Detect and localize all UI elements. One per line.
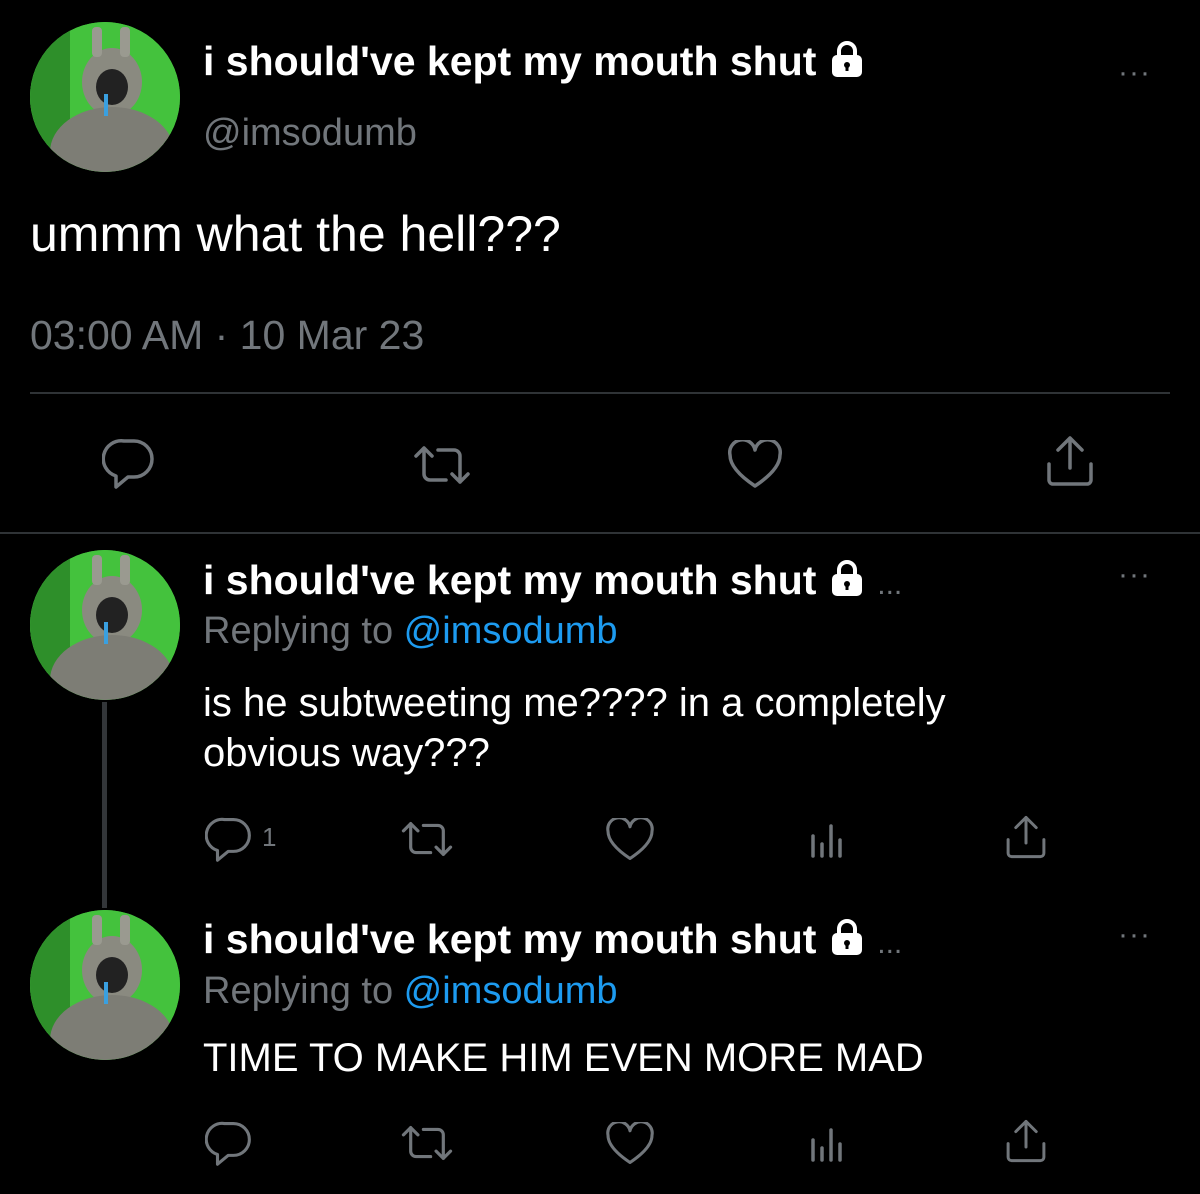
replying-to: Replying to @imsodumb: [203, 610, 618, 653]
replying-handle-link[interactable]: @imsodumb: [404, 610, 618, 652]
section-divider: [0, 532, 1200, 534]
more-icon[interactable]: ···: [1118, 560, 1151, 590]
truncation-ellipsis: ...: [877, 568, 903, 601]
avatar[interactable]: [30, 22, 180, 172]
truncation-ellipsis: ...: [877, 927, 903, 960]
replying-prefix: Replying to: [203, 970, 404, 1012]
more-icon[interactable]: ···: [1118, 920, 1151, 950]
like-icon[interactable]: [605, 1122, 655, 1166]
tweet-text-line: is he subtweeting me???? in a completely: [203, 681, 946, 725]
display-name[interactable]: i should've kept my mouth shut ...: [203, 557, 902, 607]
like-icon[interactable]: [605, 818, 655, 862]
reply-icon[interactable]: [205, 816, 253, 862]
share-icon[interactable]: [1044, 434, 1096, 488]
reply-icon[interactable]: [102, 437, 156, 489]
more-icon[interactable]: ···: [1118, 58, 1151, 88]
reply-icon[interactable]: [205, 1120, 253, 1166]
replying-to: Replying to @imsodumb: [203, 970, 618, 1013]
retweet-icon[interactable]: [410, 442, 474, 488]
share-icon[interactable]: [1003, 1118, 1049, 1164]
lock-icon: [828, 918, 866, 966]
display-name[interactable]: i should've kept my mouth shut ...: [203, 916, 902, 966]
lock-icon: [828, 40, 866, 88]
replying-handle-link[interactable]: @imsodumb: [404, 970, 618, 1012]
retweet-icon[interactable]: [398, 1122, 456, 1164]
lock-icon: [828, 559, 866, 607]
display-name-text[interactable]: i should've kept my mouth shut: [203, 38, 816, 84]
display-name-text[interactable]: i should've kept my mouth shut: [203, 557, 816, 603]
divider: [30, 392, 1170, 394]
thread-line: [102, 702, 107, 908]
tweet-text: TIME TO MAKE HIM EVEN MORE MAD: [203, 1036, 924, 1080]
tweet-text-line: obvious way???: [203, 731, 490, 775]
retweet-icon[interactable]: [398, 818, 456, 860]
like-icon[interactable]: [727, 440, 783, 490]
tweet-text: ummm what the hell???: [30, 206, 561, 262]
replying-prefix: Replying to: [203, 610, 404, 652]
reply-count: 1: [262, 822, 277, 852]
views-icon[interactable]: [808, 1124, 848, 1164]
share-icon[interactable]: [1003, 814, 1049, 860]
avatar[interactable]: [30, 910, 180, 1060]
tweet-text: is he subtweeting me???? in a completely…: [203, 678, 946, 778]
handle[interactable]: @imsodumb: [203, 112, 417, 155]
timestamp[interactable]: 03:00 AM · 10 Mar 23: [30, 312, 424, 359]
display-name[interactable]: i should've kept my mouth shut: [203, 38, 866, 88]
views-icon[interactable]: [808, 820, 848, 860]
display-name-text[interactable]: i should've kept my mouth shut: [203, 916, 816, 962]
avatar[interactable]: [30, 550, 180, 700]
